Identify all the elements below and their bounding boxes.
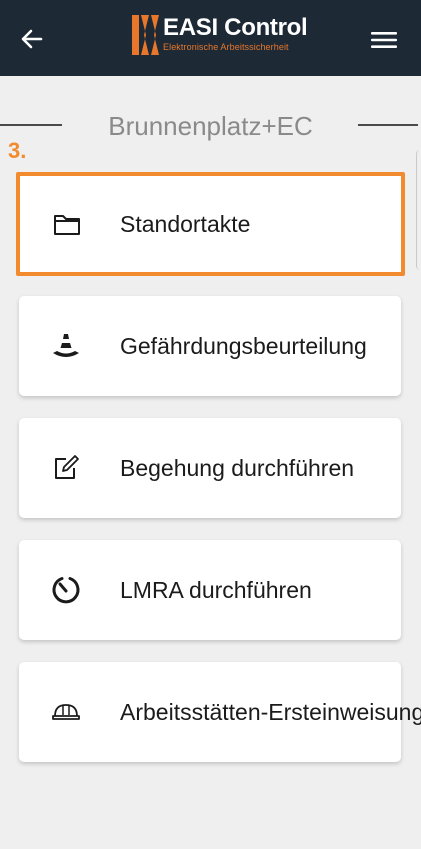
- edit-note-icon: [51, 453, 81, 483]
- menu-item-begehung[interactable]: Begehung durchführen: [19, 418, 401, 518]
- heading-divider-right: [358, 124, 418, 126]
- traffic-cone-icon: [51, 331, 81, 361]
- scroll-edge: [416, 150, 421, 270]
- menu-item-arbeitsstaetten-ersteinweisung[interactable]: Arbeitsstätten-Ersteinweisung: [19, 662, 421, 762]
- folder-icon: [52, 209, 82, 239]
- menu-item-label: Standortakte: [120, 211, 251, 237]
- step-marker: 3.: [8, 138, 27, 163]
- menu-item-label: Arbeitsstätten-Ersteinweisung: [120, 699, 421, 725]
- app-tagline: Elektronische Arbeitssicherheit: [163, 42, 289, 52]
- menu-item-gefaehrdungsbeurteilung[interactable]: Gefährdungsbeurteilung: [19, 296, 401, 396]
- location-heading: Brunnenplatz+EC: [0, 108, 421, 148]
- top-app-bar: EASI Control Elektronische Arbeitssicher…: [0, 0, 421, 76]
- easi-logo-mark: [132, 15, 159, 55]
- menu-item-label: Gefährdungsbeurteilung: [120, 333, 367, 359]
- menu-button[interactable]: [362, 24, 406, 56]
- hamburger-menu-icon: [371, 32, 397, 48]
- menu-item-lmra[interactable]: LMRA durchführen: [19, 540, 401, 640]
- back-button[interactable]: [14, 22, 50, 56]
- app-logo: EASI Control Elektronische Arbeitssicher…: [132, 14, 308, 57]
- arrow-left-icon: [21, 29, 43, 49]
- hard-hat-icon: [51, 697, 81, 727]
- menu-item-standortakte[interactable]: Standortakte: [16, 172, 405, 276]
- menu-item-label: LMRA durchführen: [120, 577, 312, 603]
- app-name: EASI Control: [163, 14, 308, 41]
- location-title: Brunnenplatz+EC: [108, 111, 313, 141]
- timer-icon: [51, 575, 81, 605]
- menu-item-label: Begehung durchführen: [120, 455, 355, 481]
